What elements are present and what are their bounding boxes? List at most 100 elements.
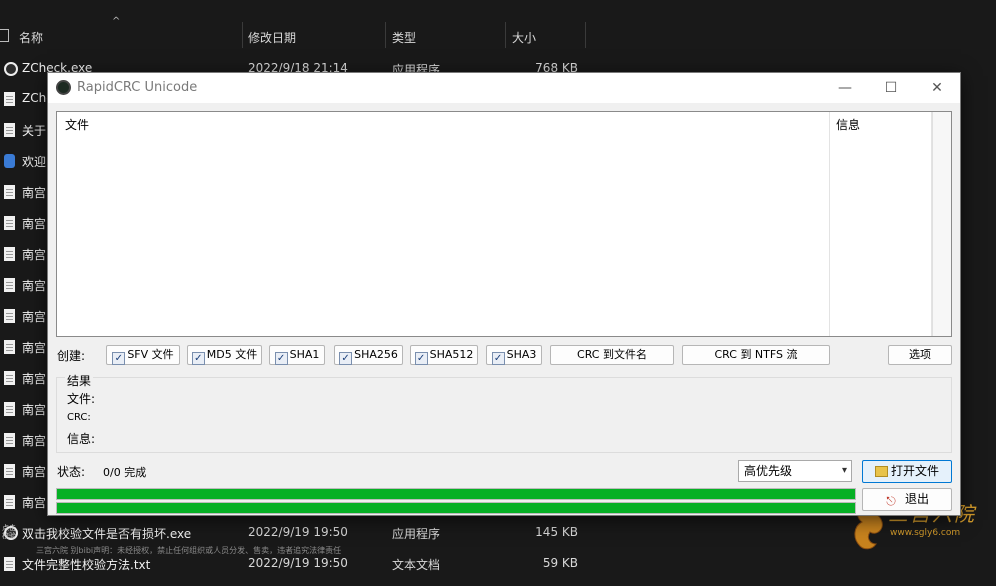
exit-button[interactable]: ⎋ 退出 <box>862 488 952 511</box>
checkmark-icon: ✓ <box>491 352 505 365</box>
create-sha512-label: SHA512 <box>429 348 474 361</box>
title-bar[interactable]: RapidCRC Unicode — ☐ ✕ <box>48 73 960 103</box>
priority-value: 高优先级 <box>744 464 793 478</box>
create-sha3-button[interactable]: ✓ SHA3 <box>486 345 542 365</box>
exe-icon <box>4 62 18 76</box>
create-sha256-button[interactable]: ✓ SHA256 <box>334 345 403 365</box>
document-icon <box>4 340 15 354</box>
file-type: 文本文档 <box>392 558 441 572</box>
document-icon <box>4 495 15 509</box>
maximize-button[interactable]: ☐ <box>868 73 914 103</box>
file-name: 南宫 <box>22 341 47 355</box>
crc-to-ntfs-button[interactable]: CRC 到 NTFS 流 <box>682 345 830 365</box>
header-divider[interactable] <box>505 22 506 48</box>
header-divider[interactable] <box>585 22 586 48</box>
results-group: 结果 文件: CRC: 信息: <box>56 372 952 453</box>
priority-select[interactable]: 高优先级 ▾ <box>738 460 852 482</box>
folder-icon <box>874 466 888 477</box>
crc-to-filename-button[interactable]: CRC 到文件名 <box>550 345 674 365</box>
checkmark-icon: ✓ <box>112 352 126 365</box>
file-name: 南宫 <box>22 496 47 510</box>
exit-icon: ⎋ <box>886 494 896 508</box>
create-sha1-label: SHA1 <box>289 348 320 361</box>
file-name: 欢迎 <box>22 155 47 169</box>
file-name: 南宫 <box>22 310 47 324</box>
file-name: 关于 <box>22 124 47 138</box>
column-divider[interactable] <box>829 112 830 336</box>
file-name: 南宫 <box>22 465 47 479</box>
minimize-button[interactable]: — <box>822 73 868 103</box>
chevron-down-icon: ▾ <box>841 465 847 476</box>
document-icon <box>4 216 15 230</box>
result-info-label: 信息: <box>67 432 96 446</box>
corner-label: 点击 校验 <box>2 524 16 540</box>
header-size[interactable]: 大小 <box>512 29 536 55</box>
file-size: 59 KB <box>542 556 578 570</box>
copyright-watermark: 三宫六院 别bibi声明：未经授权，禁止任何组织或人员分发、售卖，违者追究法律责… <box>36 546 342 555</box>
progress-bar-total <box>56 502 856 514</box>
rapidcrc-app-icon <box>56 80 71 95</box>
file-list[interactable]: 文件 信息 <box>56 111 952 337</box>
create-sha3-label: SHA3 <box>506 348 537 361</box>
header-divider[interactable] <box>385 22 386 48</box>
file-type: 应用程序 <box>392 527 441 541</box>
rapidcrc-dialog: RapidCRC Unicode — ☐ ✕ 文件 信息 创建: ✓ SFV 文件… <box>47 72 961 516</box>
header-name[interactable]: 名称 <box>19 29 43 55</box>
create-md5-label: MD5 文件 <box>206 348 258 361</box>
column-info[interactable]: 信息 <box>836 116 860 133</box>
checkmark-icon: ✓ <box>191 352 205 365</box>
checkmark-icon: ✓ <box>339 352 353 365</box>
progress-fill <box>57 489 855 499</box>
close-button[interactable]: ✕ <box>914 73 960 103</box>
file-name: 南宫 <box>22 434 47 448</box>
progress-fill <box>57 503 855 513</box>
vertical-scrollbar[interactable] <box>932 112 951 336</box>
header-date[interactable]: 修改日期 <box>248 29 296 55</box>
document-icon <box>4 402 15 416</box>
logo-url: www.sgly6.com <box>890 528 961 538</box>
file-name: 南宫 <box>22 279 47 293</box>
create-sha1-button[interactable]: ✓ SHA1 <box>269 345 325 365</box>
file-name: 南宫 <box>22 403 47 417</box>
open-file-label: 打开文件 <box>890 464 939 478</box>
create-sha256-label: SHA256 <box>354 348 398 361</box>
status-value: 0/0 完成 <box>103 466 147 479</box>
document-icon <box>4 278 15 292</box>
file-name: 文件完整性校验方法.txt <box>22 558 151 572</box>
file-name: 南宫 <box>22 217 47 231</box>
dialog-content: 文件 信息 创建: ✓ SFV 文件 ✓ MD5 文件 ✓ SHA1 ✓ SHA256 … <box>48 103 960 515</box>
document-icon <box>4 309 15 323</box>
document-icon <box>4 92 15 106</box>
column-file[interactable]: 文件 <box>65 116 89 133</box>
document-icon <box>4 123 15 137</box>
sort-ascending-icon: ^ <box>112 16 121 27</box>
file-date: 2022/9/19 19:50 <box>248 525 348 539</box>
file-name: 南宫 <box>22 186 47 200</box>
status-label: 状态: <box>57 465 86 479</box>
open-file-button[interactable]: 打开文件 <box>862 460 952 483</box>
result-file-label: 文件: <box>67 392 96 406</box>
results-legend: 结果 <box>65 372 94 389</box>
create-sfv-button[interactable]: ✓ SFV 文件 <box>106 345 180 365</box>
document-icon <box>4 185 15 199</box>
create-md5-button[interactable]: ✓ MD5 文件 <box>187 345 262 365</box>
document-icon <box>4 247 15 261</box>
checkmark-icon: ✓ <box>274 352 288 365</box>
header-type[interactable]: 类型 <box>392 29 416 55</box>
image-icon <box>4 154 15 168</box>
document-icon <box>4 464 15 478</box>
document-icon <box>4 371 15 385</box>
header-divider[interactable] <box>242 22 243 48</box>
create-sha512-button[interactable]: ✓ SHA512 <box>410 345 478 365</box>
window-title: RapidCRC Unicode <box>77 80 198 95</box>
file-size: 145 KB <box>535 525 578 539</box>
file-date: 2022/9/19 19:50 <box>248 556 348 570</box>
checkmark-icon: ✓ <box>414 352 428 365</box>
file-name: 南宫 <box>22 248 47 262</box>
exit-label: 退出 <box>904 492 929 506</box>
create-label: 创建: <box>57 349 86 363</box>
select-all-checkbox[interactable] <box>0 29 9 42</box>
options-button[interactable]: 选项 <box>888 345 952 365</box>
create-sfv-label: SFV 文件 <box>127 348 174 361</box>
progress-bar-file <box>56 488 856 500</box>
